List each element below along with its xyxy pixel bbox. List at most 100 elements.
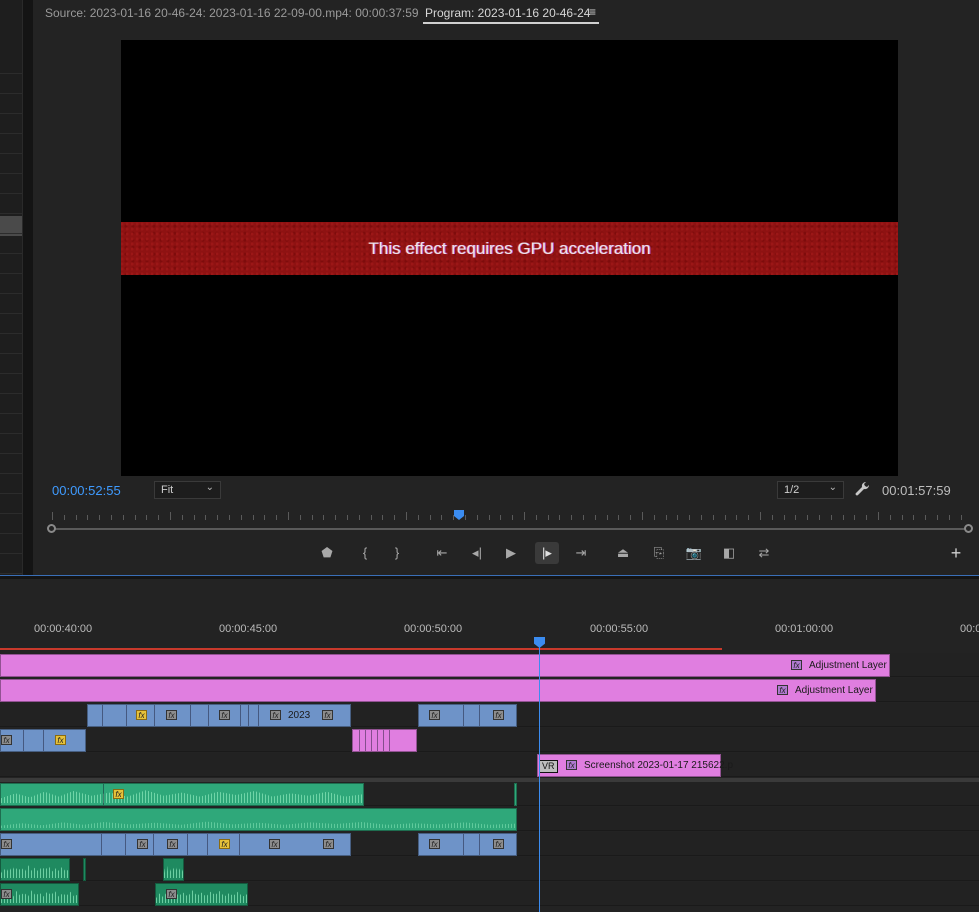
fx-badge: fx — [429, 710, 440, 720]
ruler-tick — [99, 515, 101, 520]
add-marker-button[interactable]: ⬟ — [315, 542, 339, 564]
mark-in-button[interactable]: { — [353, 542, 377, 564]
ruler-tick — [335, 515, 337, 520]
audio-track-a3: fx fx fx fx fx fx fx fx — [0, 832, 979, 856]
audio-track-a5: fx fx — [0, 882, 979, 906]
fx-badge: fx — [137, 839, 148, 849]
ruler-tick — [701, 515, 702, 520]
ruler-tick — [712, 515, 714, 520]
panel-row — [0, 454, 22, 474]
ruler-tick — [925, 515, 927, 520]
ruler-tick — [677, 515, 679, 520]
screenshot-clip[interactable]: VR fx Screenshot 2023-01-17 215622.p — [537, 754, 733, 777]
ruler-tick — [889, 515, 891, 520]
chevron-down-icon: ⌄ — [205, 482, 214, 493]
proxy-toggle-button[interactable]: ⇄ — [752, 542, 776, 564]
ruler-tick — [878, 512, 879, 520]
ruler-tick — [948, 515, 950, 520]
fx-badge: fx — [219, 710, 230, 720]
zoom-handle-left[interactable] — [47, 524, 56, 533]
audio-clip[interactable] — [163, 858, 184, 881]
tab-source-monitor[interactable]: Source: 2023-01-16 20-46-24: 2023-01-16 … — [45, 6, 419, 20]
ruler-label: 00:00:50:00 — [404, 623, 463, 635]
playback-resolution-select[interactable]: 1/2 ⌄ — [777, 481, 844, 499]
ruler-tick — [417, 515, 419, 520]
ruler-tick — [748, 515, 750, 520]
fx-badge: fx — [270, 710, 281, 720]
ruler-label: 00:00:45:00 — [219, 623, 278, 635]
clip-label: Adjustment Layer — [809, 660, 887, 671]
vr-badge: VR — [539, 760, 558, 773]
panel-row — [0, 514, 22, 534]
adjustment-layer-clip[interactable]: fx Adjustment Layer — [0, 654, 890, 677]
audio-clip[interactable]: fx — [0, 883, 79, 906]
ruler-tick — [52, 512, 53, 520]
linked-clip[interactable]: fx fx fx fx fx fx — [0, 833, 351, 856]
comparison-view-button[interactable]: ◧ — [717, 542, 741, 564]
video-frame[interactable]: This effect requires GPU acceleration — [121, 40, 898, 476]
ruler-tick — [571, 515, 573, 520]
panel-menu-icon[interactable]: ≡ — [589, 5, 596, 19]
panel-row — [0, 154, 22, 174]
playhead-timecode[interactable]: 00:00:52:55 — [52, 483, 121, 498]
video-clip[interactable]: fx fx — [0, 729, 86, 752]
transport-controls: ⬟ {} ⇤ ◂| ▶ |▸ ⇥ ⏏ ⎘ 📷 ◧ ⇄ + — [33, 542, 979, 566]
fx-badge: fx — [1, 735, 12, 745]
audio-clip[interactable] — [514, 783, 517, 806]
export-frame-button[interactable]: 📷 — [682, 542, 706, 564]
ruler-label: 00:00:40:00 — [34, 623, 93, 635]
audio-clip[interactable] — [0, 808, 517, 831]
zoom-scrollbar[interactable] — [50, 528, 968, 530]
monitor-time-ruler[interactable] — [46, 511, 968, 523]
gpu-warning-text: This effect requires GPU acceleration — [368, 239, 651, 258]
video-track-v4: fx Adjustment Layer — [0, 653, 979, 677]
audio-clip[interactable] — [83, 858, 86, 881]
ruler-tick — [229, 515, 230, 520]
timeline-ruler[interactable]: 00:00:40:00 00:00:45:00 00:00:50:00 00:0… — [0, 579, 979, 650]
ruler-tick — [901, 515, 903, 520]
video-clip[interactable]: fx fx fx fx 2023 fx — [87, 704, 351, 727]
panel-row — [0, 74, 22, 94]
video-clip[interactable]: fx fx — [418, 704, 517, 727]
panel-row — [0, 434, 22, 454]
wrench-icon[interactable] — [854, 480, 872, 498]
panel-row — [0, 174, 22, 194]
zoom-level-select[interactable]: Fit ⌄ — [154, 481, 221, 499]
panel-row — [0, 494, 22, 514]
audio-clip[interactable] — [0, 858, 70, 881]
ruler-label: 00:00:55:00 — [590, 623, 649, 635]
audio-clip[interactable]: fx — [155, 883, 248, 906]
ruler-tick — [264, 515, 266, 520]
ruler-tick — [583, 515, 584, 520]
linked-clip[interactable]: fx fx — [418, 833, 517, 856]
ruler-tick — [854, 515, 856, 520]
step-back-button[interactable]: ◂| — [465, 542, 489, 564]
project-panel-edge — [0, 0, 23, 575]
video-track-graphics: VR fx Screenshot 2023-01-17 215622.p — [0, 753, 979, 777]
extract-button[interactable]: ⎘ — [647, 542, 671, 564]
adjustment-layer-clip[interactable]: fx Adjustment Layer — [0, 679, 876, 702]
tab-program-monitor[interactable]: Program: 2023-01-16 20-46-24 — [425, 6, 590, 20]
ruler-tick — [642, 512, 643, 520]
step-forward-button[interactable]: |▸ — [535, 542, 559, 564]
panel-row — [0, 414, 22, 434]
ruler-tick — [618, 515, 620, 520]
lift-button[interactable]: ⏏ — [611, 542, 635, 564]
mark-out-button[interactable]: } — [385, 542, 409, 564]
play-button[interactable]: ▶ — [499, 542, 523, 564]
ruler-tick — [465, 515, 466, 520]
audio-clip[interactable]: fx — [0, 783, 364, 806]
go-to-in-button[interactable]: ⇤ — [430, 542, 454, 564]
ruler-tick — [181, 515, 183, 520]
playhead-line — [539, 645, 540, 912]
ruler-tick — [866, 515, 868, 520]
fx-badge: fx — [322, 710, 333, 720]
pink-clip-group[interactable] — [352, 729, 417, 752]
go-to-out-button[interactable]: ⇥ — [569, 542, 593, 564]
add-button[interactable]: + — [945, 542, 967, 564]
fx-badge: fx — [269, 839, 280, 849]
ruler-tick — [512, 515, 514, 520]
zoom-handle-right[interactable] — [964, 524, 973, 533]
ruler-tick — [665, 515, 667, 520]
work-area-bar[interactable] — [0, 648, 722, 650]
